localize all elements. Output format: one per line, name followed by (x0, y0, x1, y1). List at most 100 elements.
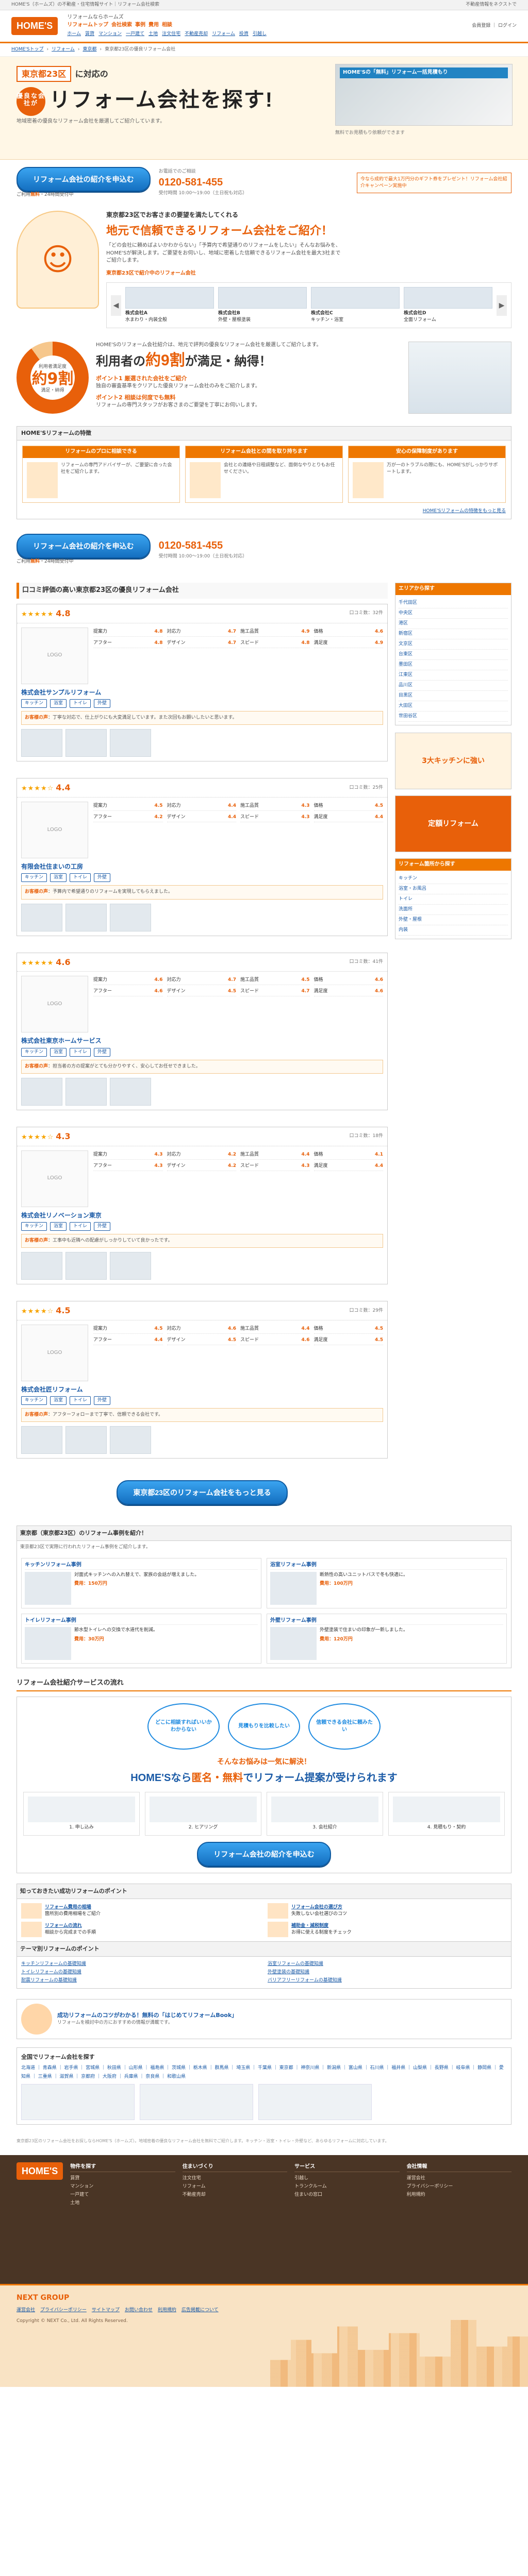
side-category-link[interactable]: キッチン (399, 874, 508, 884)
company-tag[interactable]: 浴室 (50, 873, 67, 883)
work-photo[interactable] (65, 729, 107, 757)
company-tag[interactable]: 外壁 (94, 699, 111, 708)
carousel-item[interactable]: 株式会社D 全面リフォーム (404, 287, 492, 324)
case-card[interactable]: キッチンリフォーム事例 対面式キッチンへの入れ替えで、家族の会話が増えました。 費用… (21, 1558, 261, 1608)
theme-link[interactable]: 外壁塗装の基礎知識 (268, 1969, 507, 1976)
side-area-link[interactable]: 大田区 (399, 701, 508, 712)
features-more-link[interactable]: HOME'Sリフォームの特徴をもっと見る (423, 509, 506, 514)
subnav-item[interactable]: 不動産売却 (185, 31, 208, 38)
knowledge-item[interactable]: リフォーム費用の相場 箇所別の費用相場をご紹介 (21, 1903, 260, 1919)
footer-logo[interactable]: HOME'S (16, 2162, 63, 2180)
knowledge-item[interactable]: リフォーム会社の選び方 失敗しない会社選びのコツ (268, 1903, 507, 1919)
apply-button[interactable]: リフォーム会社の紹介を申込む (16, 167, 151, 192)
companies-more-button[interactable]: 東京都23区のリフォーム会社をもっと見る (117, 1480, 288, 1505)
footer-link[interactable]: お問い合わせ (125, 2307, 153, 2314)
carousel-prev-icon[interactable]: ◀ (111, 295, 121, 316)
side-category-link[interactable]: 外壁・屋根 (399, 915, 508, 925)
side-area-link[interactable]: 目黒区 (399, 691, 508, 701)
footer-link[interactable]: 広告掲載について (182, 2307, 219, 2314)
breadcrumb-item[interactable]: 東京都 (82, 46, 96, 53)
company-tag[interactable]: 浴室 (50, 1396, 67, 1405)
work-photo[interactable] (110, 903, 151, 931)
fixed-price-banner[interactable]: 定額リフォーム (395, 795, 512, 853)
work-photo[interactable] (65, 1077, 107, 1106)
company-name[interactable]: 株式会社サンプルリフォーム (17, 688, 387, 699)
phone-number[interactable]: 0120-581-455 (159, 175, 248, 190)
work-photo[interactable] (65, 903, 107, 931)
case-card[interactable]: 外壁リフォーム事例 外壁塗装で住まいの印象が一新しました。 費用：120万円 (267, 1613, 507, 1664)
work-photo[interactable] (110, 729, 151, 757)
company-tag[interactable]: 外壁 (94, 1222, 111, 1231)
apply-button[interactable]: リフォーム会社の紹介を申込む (16, 533, 151, 558)
nav-item[interactable]: 相談 (162, 22, 172, 29)
side-area-link[interactable]: 新宿区 (399, 629, 508, 639)
company-tag[interactable]: 外壁 (94, 873, 111, 883)
subnav-item[interactable]: 土地 (148, 31, 158, 38)
work-photo[interactable] (110, 1077, 151, 1106)
company-tag[interactable]: キッチン (21, 1222, 47, 1231)
side-area-link[interactable]: 墨田区 (399, 660, 508, 670)
company-tag[interactable]: キッチン (21, 1047, 47, 1057)
case-card[interactable]: トイレリフォーム事例 節水型トイレへの交換で水道代を削減。 費用：30万円 (21, 1613, 261, 1664)
company-tag[interactable]: 外壁 (94, 1396, 111, 1405)
work-photo[interactable] (110, 1426, 151, 1454)
work-photo[interactable] (65, 1426, 107, 1454)
company-name[interactable]: 有限会社住まいの工房 (17, 862, 387, 873)
side-area-link[interactable]: 千代田区 (399, 598, 508, 608)
company-tag[interactable]: トイレ (70, 699, 91, 708)
subnav-item[interactable]: 投資 (239, 31, 249, 38)
subnav-item[interactable]: マンション (98, 31, 122, 38)
theme-link[interactable]: キッチンリフォームの基礎知識 (21, 1961, 260, 1968)
side-category-link[interactable]: 内装 (399, 925, 508, 936)
work-photo[interactable] (21, 1426, 62, 1454)
theme-link[interactable]: 耐震リフォームの基礎知識 (21, 1977, 260, 1984)
company-card[interactable]: ★★★★★ 4.8 口コミ数：32件 LOGO 提案力 4.8 対応力 4.7 施工品質 4.9 価… (16, 603, 388, 762)
theme-link[interactable]: バリアフリーリフォームの基礎知識 (268, 1977, 507, 1984)
area-banner[interactable] (258, 2083, 372, 2120)
side-category-link[interactable]: 浴室・お風呂 (399, 884, 508, 894)
theme-link[interactable]: 浴室リフォームの基礎知識 (268, 1961, 507, 1968)
side-area-link[interactable]: 江東区 (399, 670, 508, 681)
side-category-link[interactable]: 洗面所 (399, 905, 508, 915)
side-area-link[interactable]: 世田谷区 (399, 711, 508, 722)
area-banner[interactable] (21, 2083, 135, 2120)
carousel-item[interactable]: 株式会社A 水まわり・内装全般 (125, 287, 214, 324)
footer-link[interactable]: プライバシーポリシー (40, 2307, 87, 2314)
company-name[interactable]: 株式会社リノベーション東京 (17, 1211, 387, 1222)
company-name[interactable]: 株式会社匠リフォーム (17, 1385, 387, 1396)
company-tag[interactable]: キッチン (21, 699, 47, 708)
subnav-item[interactable]: ホーム (67, 31, 81, 38)
work-photo[interactable] (21, 903, 62, 931)
next-group-logo[interactable]: NEXT GROUP (16, 2293, 512, 2303)
company-tag[interactable]: 浴室 (50, 1047, 67, 1057)
nav-item[interactable]: 会社検索 (111, 22, 132, 29)
side-area-link[interactable]: 文京区 (399, 639, 508, 650)
homes-logo[interactable]: HOME'S (11, 17, 58, 35)
guidebook-promo[interactable]: 成功リフォームのコツがわかる！無料の「はじめてリフォームBook」 リフォームを… (16, 1998, 512, 2039)
company-tag[interactable]: トイレ (70, 1222, 91, 1231)
footer-link[interactable]: 利用規約 (158, 2307, 176, 2314)
company-card[interactable]: ★★★★☆ 4.3 口コミ数：18件 LOGO 提案力 4.3 対応力 4.2 施工品質 4.4 価… (16, 1126, 388, 1285)
phone-number[interactable]: 0120-581-455 (159, 538, 248, 553)
footer-link[interactable]: サイトマップ (92, 2307, 120, 2314)
apply-button[interactable]: リフォーム会社の紹介を申込む (197, 1841, 331, 1867)
subnav-item[interactable]: 注文住宅 (162, 31, 180, 38)
company-tag[interactable]: 浴室 (50, 1222, 67, 1231)
side-area-link[interactable]: 品川区 (399, 681, 508, 691)
breadcrumb-item[interactable]: HOME'Sトップ (11, 46, 44, 53)
work-photo[interactable] (21, 729, 62, 757)
work-photo[interactable] (110, 1252, 151, 1280)
subnav-item[interactable]: 一戸建て (126, 31, 144, 38)
nav-item[interactable]: 費用 (148, 22, 159, 29)
side-area-link[interactable]: 港区 (399, 619, 508, 629)
work-photo[interactable] (21, 1252, 62, 1280)
area-banner[interactable] (140, 2083, 253, 2120)
company-tag[interactable]: キッチン (21, 1396, 47, 1405)
kitchen-banner[interactable]: 3大キッチンに強い (395, 733, 512, 790)
nav-item[interactable]: リフォームトップ (67, 22, 108, 29)
subnav-item[interactable]: リフォーム (212, 31, 235, 38)
company-tag[interactable]: キッチン (21, 873, 47, 883)
theme-link[interactable]: トイレリフォームの基礎知識 (21, 1969, 260, 1976)
company-tag[interactable]: トイレ (70, 1047, 91, 1057)
work-photo[interactable] (65, 1252, 107, 1280)
